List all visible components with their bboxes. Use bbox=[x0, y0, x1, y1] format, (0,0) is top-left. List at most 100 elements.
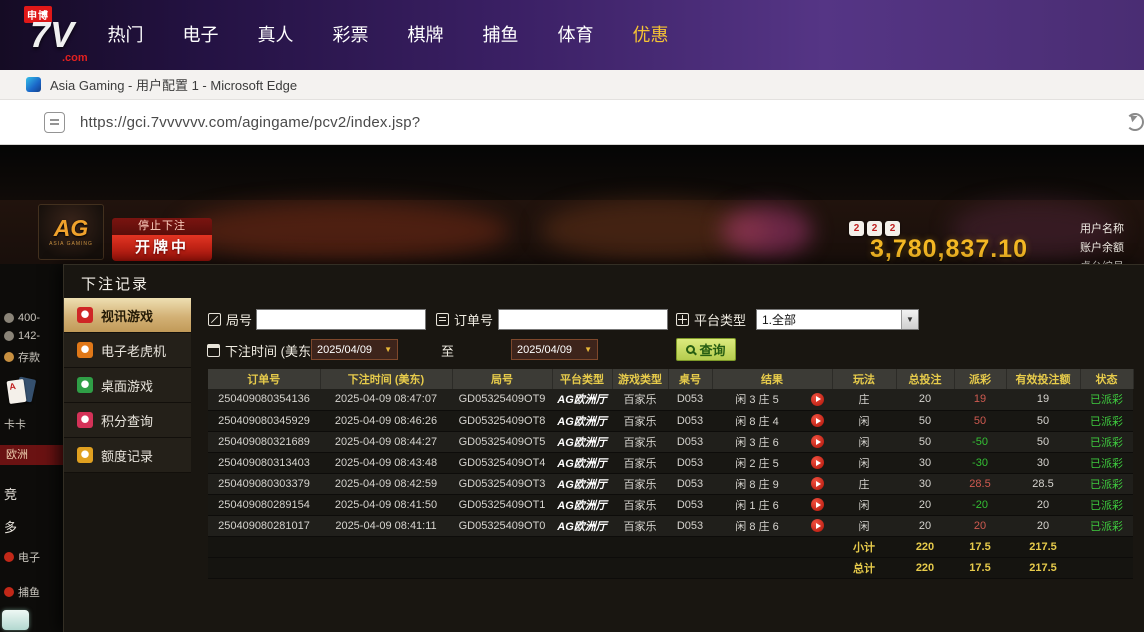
cell-bet-time: 2025-04-09 08:46:26 bbox=[320, 410, 452, 431]
cell-total-label: 小计 bbox=[832, 536, 896, 557]
stop-betting-label: 停止下注 bbox=[112, 218, 212, 235]
cell-valid-bet: 19 bbox=[1006, 389, 1080, 410]
sidebar-item-slot-machines[interactable]: 电子老虎机 bbox=[64, 333, 191, 368]
cell-empty bbox=[320, 536, 452, 557]
cell-replay bbox=[802, 494, 832, 515]
cell-game-type: 百家乐 bbox=[612, 494, 668, 515]
cell-platform: AG欧洲厅 bbox=[552, 515, 612, 536]
nav-item-live[interactable]: 真人 bbox=[238, 0, 313, 70]
window-title: Asia Gaming - 用户配置 1 - Microsoft Edge bbox=[50, 75, 297, 94]
account-balance-label: 账户余额 bbox=[1080, 239, 1124, 258]
cell-platform: AG欧洲厅 bbox=[552, 473, 612, 494]
round-no-icon bbox=[208, 313, 221, 326]
nav-item-slots[interactable]: 电子 bbox=[163, 0, 238, 70]
quick-item-phone-400[interactable]: 400- bbox=[4, 312, 40, 324]
nav-item-board-games[interactable]: 棋牌 bbox=[388, 0, 463, 70]
column-header: 派彩 bbox=[954, 369, 1006, 389]
cell-valid-bet: 50 bbox=[1006, 410, 1080, 431]
quick-item-europe-banner[interactable]: 欧洲 bbox=[0, 445, 63, 465]
cell-bet-time: 2025-04-09 08:41:11 bbox=[320, 515, 452, 536]
quick-item-fishing[interactable]: 捕鱼 bbox=[4, 584, 40, 600]
nav-item-promotions[interactable]: 优惠 bbox=[613, 0, 688, 70]
platform-type-icon bbox=[676, 313, 689, 326]
cell-platform: AG欧洲厅 bbox=[552, 494, 612, 515]
cell-round-no: GD05325409OT5 bbox=[452, 431, 552, 452]
quick-item-slots[interactable]: 电子 bbox=[4, 549, 40, 565]
cell-replay bbox=[802, 389, 832, 410]
cell-table-no: D053 bbox=[668, 389, 712, 410]
query-button[interactable]: 查询 bbox=[676, 338, 736, 361]
replay-play-button[interactable] bbox=[811, 435, 824, 448]
cell-empty bbox=[612, 557, 668, 578]
nav-item-hot[interactable]: 热门 bbox=[88, 0, 163, 70]
cell-total-bet: 30 bbox=[896, 452, 954, 473]
quick-item-deposit[interactable]: 存款 bbox=[4, 349, 40, 365]
quick-item-phone-142[interactable]: 142- bbox=[4, 330, 40, 342]
cell-status: 已派彩 bbox=[1080, 494, 1133, 515]
cell-round-no: GD05325409OT0 bbox=[452, 515, 552, 536]
replay-play-button[interactable] bbox=[811, 498, 824, 511]
sidebar-item-points-query[interactable]: 积分查询 bbox=[64, 403, 191, 438]
phone-icon bbox=[4, 313, 14, 323]
cell-game-type: 百家乐 bbox=[612, 515, 668, 536]
cell-platform: AG欧洲厅 bbox=[552, 431, 612, 452]
replay-play-button[interactable] bbox=[811, 456, 824, 469]
cell-order-no: 250409080354136 bbox=[208, 389, 320, 410]
video-games-icon bbox=[77, 307, 93, 323]
cell-replay bbox=[802, 452, 832, 473]
poker-cards-icon[interactable]: A bbox=[8, 376, 38, 406]
cell-bet-time: 2025-04-09 08:42:59 bbox=[320, 473, 452, 494]
cell-total-bet: 20 bbox=[896, 515, 954, 536]
cell-result: 闲 8 庄 6 bbox=[712, 515, 802, 536]
nav-item-sports[interactable]: 体育 bbox=[538, 0, 613, 70]
bet-table-body: 2504090803541362025-04-09 08:47:07GD0532… bbox=[208, 389, 1133, 578]
url-text[interactable]: https://gci.7vvvvvv.com/agingame/pcv2/in… bbox=[80, 114, 420, 131]
browser-urlbar: https://gci.7vvvvvv.com/agingame/pcv2/in… bbox=[0, 100, 1144, 145]
cell-table-no: D053 bbox=[668, 452, 712, 473]
cell-empty bbox=[712, 557, 802, 578]
cell-round-no: GD05325409OT3 bbox=[452, 473, 552, 494]
browser-titlebar: Asia Gaming - 用户配置 1 - Microsoft Edge bbox=[0, 70, 1144, 100]
cell-status: 已派彩 bbox=[1080, 410, 1133, 431]
date-to-picker[interactable]: 2025/04/09 ▼ bbox=[511, 339, 598, 360]
chevron-down-icon[interactable]: ▼ bbox=[901, 310, 918, 329]
date-from-picker[interactable]: 2025/04/09 ▼ bbox=[311, 339, 398, 360]
cell-game-type: 百家乐 bbox=[612, 410, 668, 431]
die-icon: 2 bbox=[885, 221, 900, 236]
replay-play-button[interactable] bbox=[811, 393, 824, 406]
replay-play-button[interactable] bbox=[811, 414, 824, 427]
cell-valid-bet: 50 bbox=[1006, 431, 1080, 452]
deposit-icon bbox=[4, 352, 14, 362]
replay-play-button[interactable] bbox=[811, 519, 824, 532]
cell-total-bet: 20 bbox=[896, 494, 954, 515]
sidebar-item-table-games[interactable]: 桌面游戏 bbox=[64, 368, 191, 403]
cell-payout: -20 bbox=[954, 494, 1006, 515]
quick-item-jing[interactable]: 竞 bbox=[4, 484, 17, 503]
fishing-icon bbox=[4, 587, 14, 597]
quick-item-kaka[interactable]: 卡卡 bbox=[4, 416, 26, 432]
cell-play-type: 庄 bbox=[832, 473, 896, 494]
replay-play-button[interactable] bbox=[811, 477, 824, 490]
customer-service-widget[interactable] bbox=[2, 610, 29, 630]
nav-item-fishing[interactable]: 捕鱼 bbox=[463, 0, 538, 70]
cell-total-payout: 17.5 bbox=[954, 536, 1006, 557]
cell-total-payout: 17.5 bbox=[954, 557, 1006, 578]
refresh-icon[interactable] bbox=[1126, 113, 1144, 131]
platform-type-select[interactable]: 1.全部 ▼ bbox=[756, 309, 919, 330]
round-no-input[interactable] bbox=[256, 309, 426, 330]
sidebar-item-video-games[interactable]: 视讯游戏 bbox=[64, 298, 191, 333]
cell-order-no: 250409080303379 bbox=[208, 473, 320, 494]
dice-result: 2 2 2 bbox=[849, 221, 900, 236]
page-info-icon[interactable] bbox=[44, 112, 65, 133]
nav-item-lottery[interactable]: 彩票 bbox=[313, 0, 388, 70]
sidebar-item-credit-records[interactable]: 额度记录 bbox=[64, 438, 191, 473]
quick-item-duo[interactable]: 多 bbox=[4, 517, 17, 536]
order-no-input[interactable] bbox=[498, 309, 668, 330]
column-header: 平台类型 bbox=[552, 369, 612, 389]
cell-empty bbox=[552, 536, 612, 557]
cell-empty bbox=[712, 536, 802, 557]
cell-total-bet: 220 bbox=[896, 557, 954, 578]
bet-row: 2504090803033792025-04-09 08:42:59GD0532… bbox=[208, 473, 1133, 494]
cell-table-no: D053 bbox=[668, 515, 712, 536]
cell-payout: 19 bbox=[954, 389, 1006, 410]
